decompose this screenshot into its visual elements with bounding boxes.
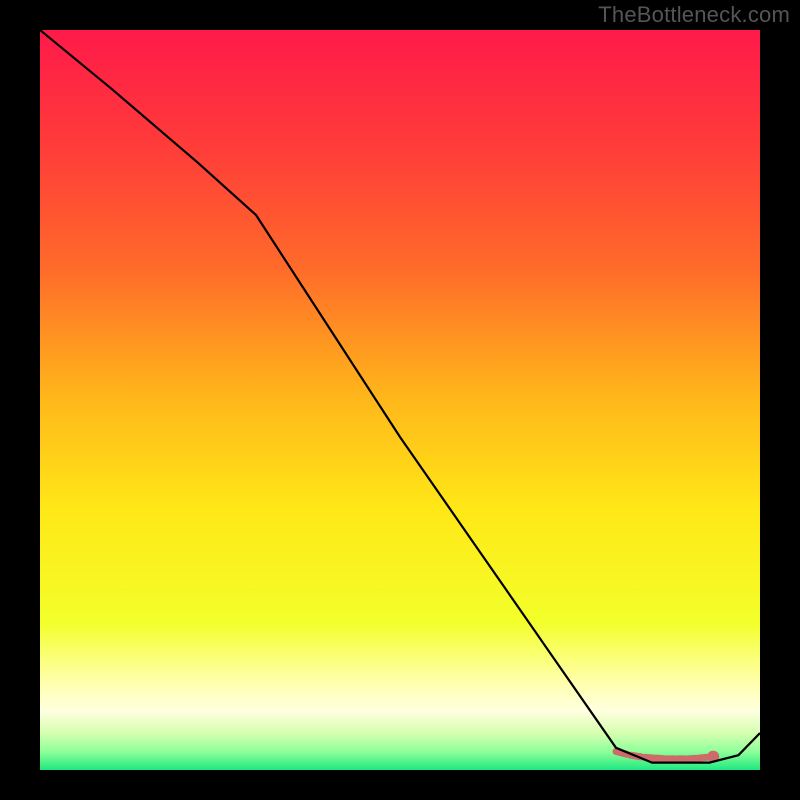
chart-frame: TheBottleneck.com (0, 0, 800, 800)
chart-svg (40, 30, 760, 770)
watermark-text: TheBottleneck.com (598, 2, 790, 28)
plot-area (40, 30, 760, 770)
gradient-rect (40, 30, 760, 770)
